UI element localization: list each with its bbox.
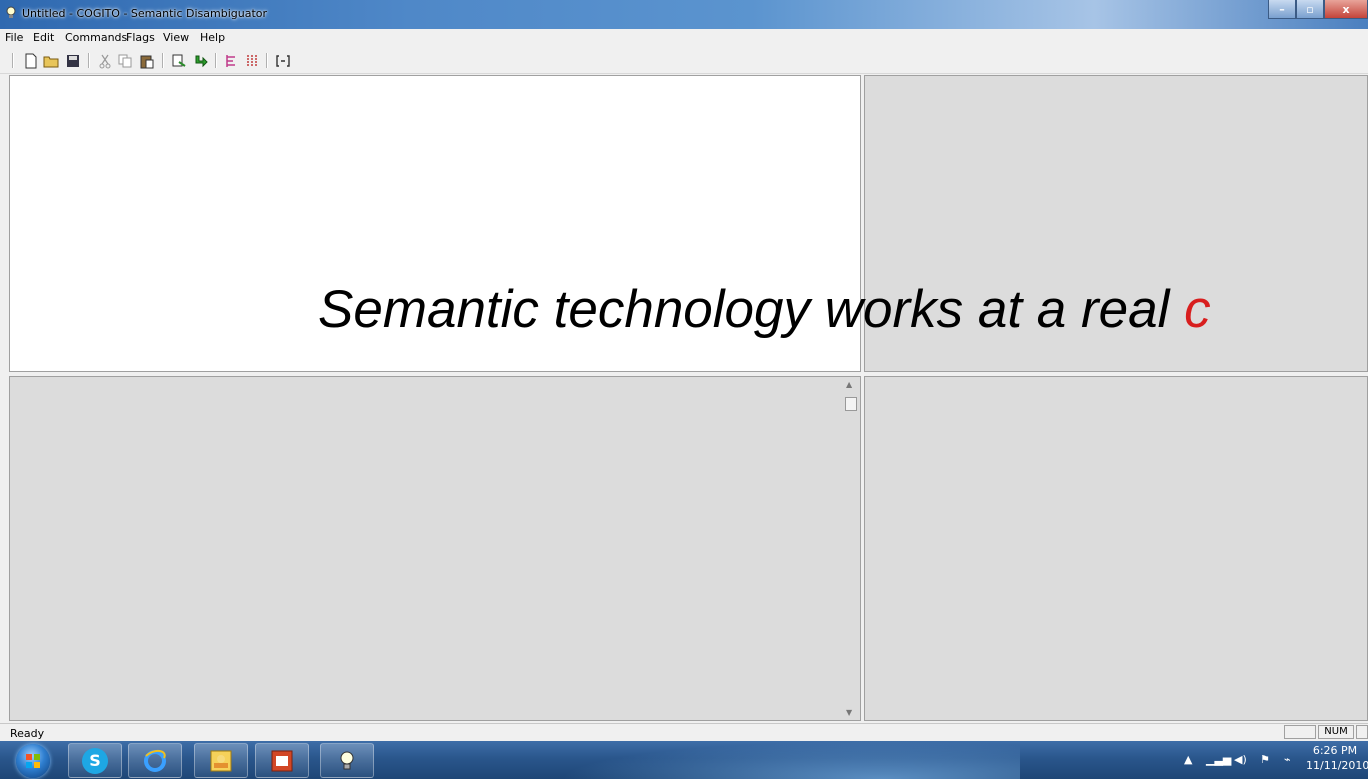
scroll-down-icon[interactable]: ▼	[846, 708, 852, 717]
menu-commands[interactable]: Commands	[62, 31, 130, 44]
menu-help[interactable]: Help	[197, 31, 228, 44]
power-plug-icon[interactable]: ⌁	[1284, 753, 1291, 766]
network-icon[interactable]: ▁▃▅	[1206, 753, 1231, 766]
menu-file[interactable]: File	[2, 31, 26, 44]
toolbar-separator	[162, 53, 164, 68]
status-cell	[1356, 725, 1368, 739]
photo-viewer-icon	[210, 750, 232, 771]
copy-icon[interactable]	[116, 52, 134, 70]
save-icon[interactable]	[64, 52, 82, 70]
taskbar: S ▲ ▁▃▅ ◀) ⚑ ⌁ 6:26 PM 11/11/2010	[0, 741, 1368, 779]
window-title: Untitled - COGITO - Semantic Disambiguat…	[22, 7, 268, 20]
taskbar-skype-button[interactable]: S	[68, 743, 122, 778]
toolbar	[0, 49, 1368, 74]
powerpoint-icon	[271, 750, 293, 771]
status-text: Ready	[10, 727, 45, 740]
menu-bar: File Edit Commands Flags View Help	[0, 29, 1368, 48]
clock-time: 6:26 PM	[1312, 744, 1358, 757]
tree-view-icon[interactable]	[222, 52, 240, 70]
bracket-icon[interactable]	[274, 52, 292, 70]
status-bar: Ready NUM	[0, 723, 1368, 742]
results-pane-bottom-left[interactable]: ▲ ▼	[9, 376, 861, 721]
lightbulb-icon	[340, 751, 354, 769]
start-button[interactable]	[16, 744, 50, 778]
menu-flags[interactable]: Flags	[123, 31, 158, 44]
menu-view[interactable]: View	[160, 31, 192, 44]
maximize-button[interactable]: ▫	[1296, 0, 1324, 19]
toolbar-separator	[266, 53, 268, 68]
status-cell	[1284, 725, 1316, 739]
windows-logo-icon	[26, 754, 40, 768]
overlay-caption: Semantic technology works at a real c	[318, 283, 1211, 336]
clock[interactable]: 6:26 PM 11/11/2010	[1306, 743, 1368, 773]
scroll-up-icon[interactable]: ▲	[846, 380, 852, 389]
menu-edit[interactable]: Edit	[30, 31, 57, 44]
vertical-scrollbar[interactable]: ▲ ▼	[843, 377, 860, 720]
clock-date: 11/11/2010	[1306, 759, 1368, 772]
taskbar-cogito-button[interactable]	[320, 743, 374, 778]
open-folder-icon[interactable]	[42, 52, 60, 70]
columns-icon[interactable]	[244, 52, 262, 70]
taskbar-ie-button[interactable]	[128, 743, 182, 778]
paste-icon[interactable]	[138, 52, 156, 70]
volume-icon[interactable]: ◀)	[1234, 753, 1247, 766]
show-hidden-icons-icon[interactable]: ▲	[1184, 753, 1192, 766]
caption-text: Semantic technology works at a real	[318, 280, 1185, 339]
skype-icon: S	[82, 747, 108, 774]
lightbulb-icon	[6, 6, 16, 18]
toolbar-separator	[215, 53, 217, 68]
caption-text-red: c	[1184, 280, 1211, 339]
taskbar-powerpoint-button[interactable]	[255, 743, 309, 778]
next-arrow-icon[interactable]	[192, 52, 210, 70]
window-controls: – ▫ x	[1268, 0, 1368, 20]
toolbar-separator	[88, 53, 90, 68]
system-tray: ▲ ▁▃▅ ◀) ⚑ ⌁ 6:26 PM 11/11/2010	[1168, 741, 1368, 779]
taskbar-glow	[560, 741, 1020, 779]
minimize-button[interactable]: –	[1268, 0, 1296, 19]
action-center-flag-icon[interactable]: ⚑	[1260, 753, 1270, 766]
analyze-icon[interactable]	[170, 52, 188, 70]
internet-explorer-icon	[144, 749, 166, 772]
num-lock-indicator: NUM	[1318, 725, 1354, 739]
results-pane-bottom-right[interactable]	[864, 376, 1368, 721]
taskbar-photo-viewer-button[interactable]	[194, 743, 248, 778]
close-button[interactable]: x	[1324, 0, 1368, 19]
toolbar-separator	[12, 53, 14, 68]
cut-icon[interactable]	[96, 52, 114, 70]
scroll-thumb[interactable]	[845, 397, 857, 411]
new-document-icon[interactable]	[22, 52, 40, 70]
title-bar[interactable]: Untitled - COGITO - Semantic Disambiguat…	[0, 0, 1368, 29]
